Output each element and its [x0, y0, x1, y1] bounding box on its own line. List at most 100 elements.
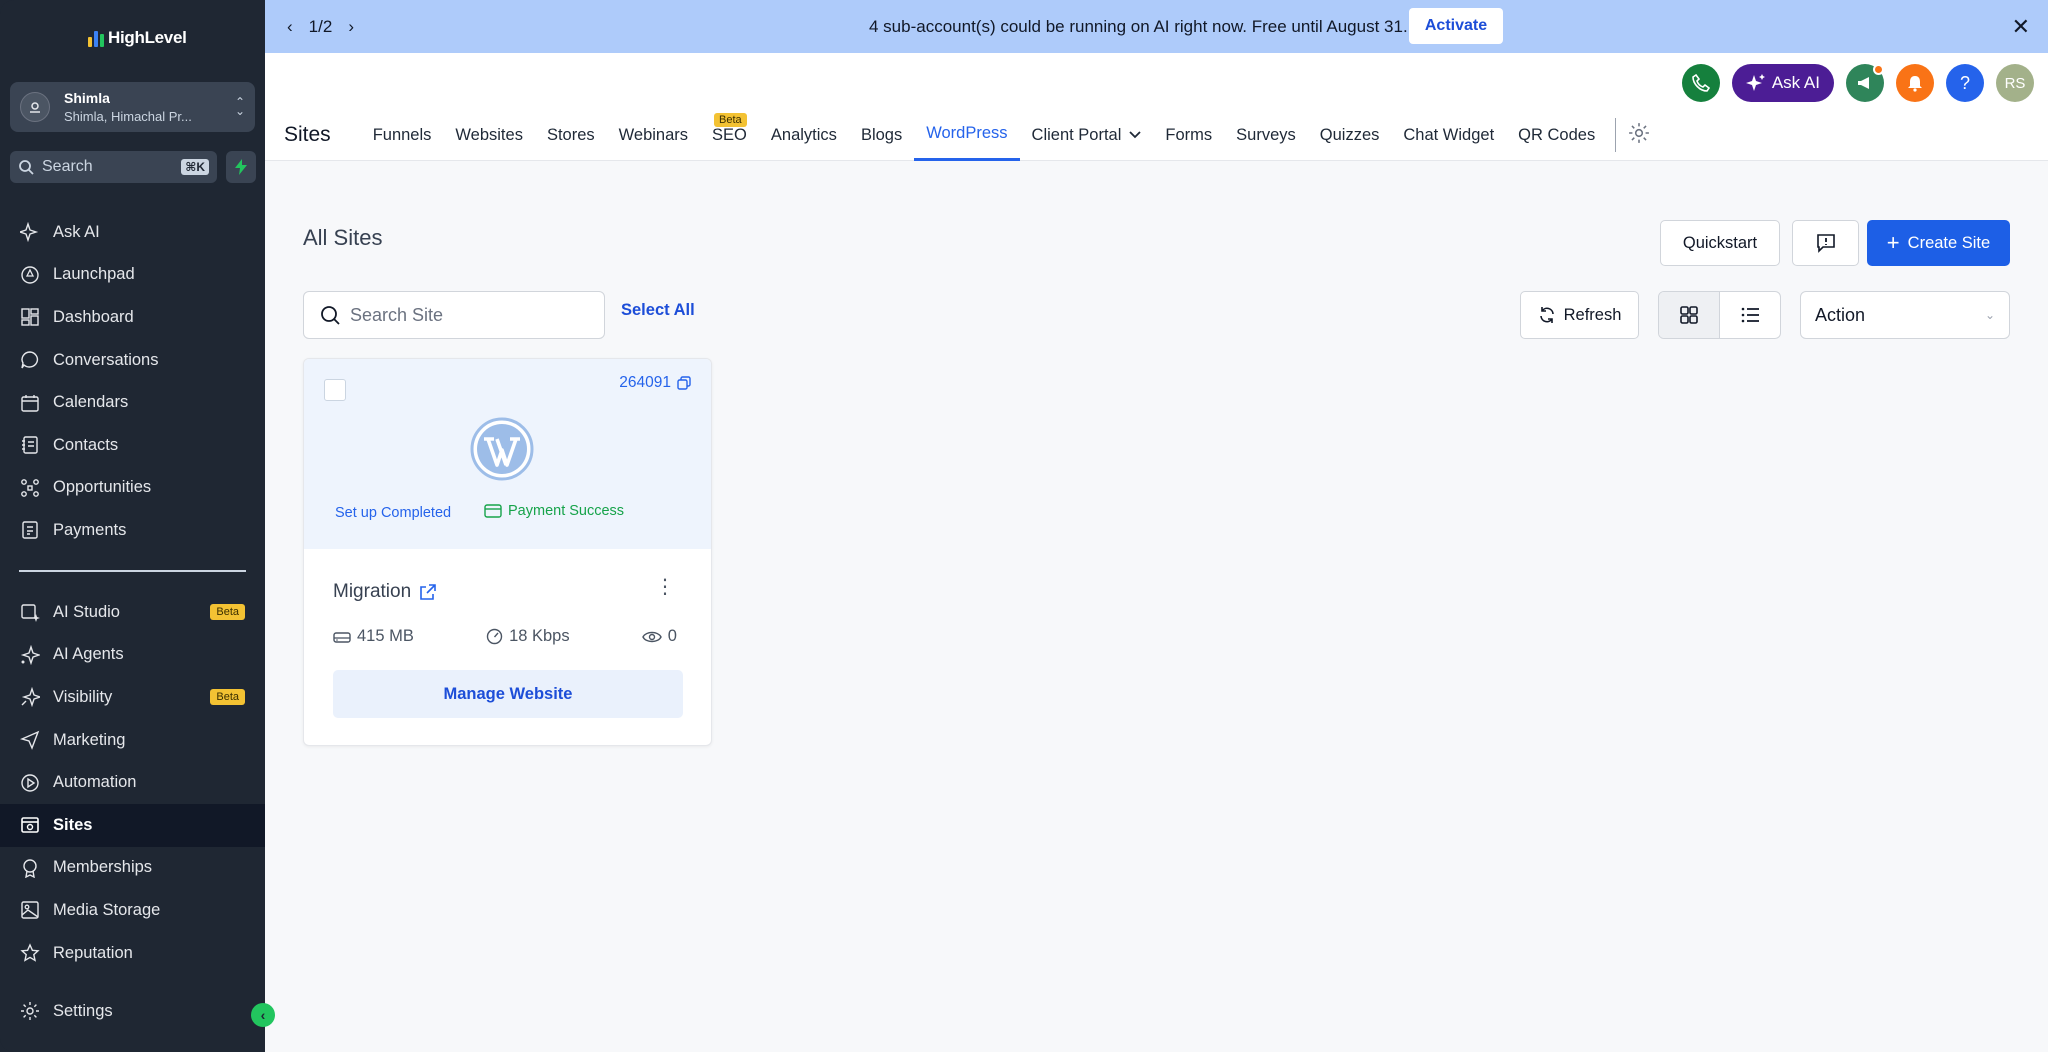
- bell-icon[interactable]: [1896, 64, 1934, 102]
- sidebar-item-sites[interactable]: Sites: [0, 803, 265, 847]
- megaphone-icon[interactable]: [1846, 64, 1884, 102]
- tab-chat-widget[interactable]: Chat Widget: [1391, 109, 1506, 161]
- sidebar-item-visibility[interactable]: Visibility Beta: [0, 676, 265, 719]
- site-card: 264091 Set up Completed Payment Success …: [303, 358, 712, 746]
- site-stats: 415 MB 18 Kbps 0: [333, 627, 677, 646]
- sparkle-icon: [19, 221, 41, 243]
- tab-qr-codes[interactable]: QR Codes: [1506, 109, 1607, 161]
- create-site-button[interactable]: + Create Site: [1867, 220, 2010, 266]
- setup-status: Set up Completed: [335, 505, 452, 521]
- tab-surveys[interactable]: Surveys: [1224, 109, 1308, 161]
- tab-seo[interactable]: Beta SEO: [700, 109, 759, 161]
- external-link-icon[interactable]: [419, 583, 436, 601]
- sidebar-collapse-button[interactable]: ‹: [251, 1003, 275, 1027]
- opportunities-icon: [19, 477, 41, 499]
- sidebar-search[interactable]: Search ⌘K: [10, 151, 217, 183]
- tab-client-portal[interactable]: Client Portal: [1020, 109, 1154, 161]
- sidebar-item-ask-ai[interactable]: Ask AI: [0, 211, 265, 254]
- banner-page-count: 1/2: [308, 16, 333, 36]
- views-value: 0: [667, 627, 677, 645]
- automation-icon: [19, 772, 41, 794]
- tab-quizzes[interactable]: Quizzes: [1308, 109, 1392, 161]
- beta-badge: Beta: [210, 604, 245, 621]
- tab-stores[interactable]: Stores: [535, 109, 607, 161]
- chevron-right-icon[interactable]: ›: [348, 17, 354, 37]
- ask-ai-button[interactable]: Ask AI: [1731, 64, 1834, 102]
- gear-icon[interactable]: [1628, 122, 1650, 149]
- sidebar-item-ai-agents[interactable]: AI Agents: [0, 634, 265, 677]
- account-switcher[interactable]: Shimla Shimla, Himachal Pr... ⌃ ⌄: [10, 82, 255, 132]
- quickstart-button[interactable]: Quickstart: [1660, 220, 1780, 266]
- select-all-link[interactable]: Select All: [621, 301, 695, 320]
- more-options-icon[interactable]: ⋮: [655, 577, 675, 597]
- location-pin-icon: [20, 92, 50, 122]
- sidebar-item-label: Calendars: [53, 393, 129, 412]
- visibility-icon: [19, 686, 41, 708]
- image-icon: [19, 899, 41, 921]
- payments-icon: [19, 519, 41, 541]
- list-icon: [1741, 307, 1759, 323]
- tab-webinars[interactable]: Webinars: [607, 109, 700, 161]
- sidebar-item-ai-studio[interactable]: AI Studio Beta: [0, 591, 265, 634]
- help-icon[interactable]: ?: [1946, 64, 1984, 102]
- bandwidth-stat: 18 Kbps: [486, 627, 570, 646]
- avatar[interactable]: RS: [1996, 64, 2034, 102]
- activate-button[interactable]: Activate: [1409, 8, 1503, 44]
- sidebar-item-settings[interactable]: Settings: [0, 990, 265, 1033]
- copy-icon: [677, 376, 691, 390]
- tab-wordpress[interactable]: WordPress: [914, 109, 1020, 161]
- wordpress-logo-icon: [470, 417, 534, 486]
- site-name[interactable]: Migration: [333, 581, 436, 603]
- site-id-value: 264091: [619, 374, 671, 391]
- search-icon: [19, 160, 34, 175]
- sidebar-item-reputation[interactable]: Reputation: [0, 932, 265, 975]
- gauge-icon: [486, 628, 503, 645]
- manage-website-button[interactable]: Manage Website: [333, 670, 683, 718]
- chevron-left-icon[interactable]: ‹: [287, 17, 293, 37]
- sidebar-item-launchpad[interactable]: Launchpad: [0, 254, 265, 297]
- main-area: ‹ 1/2 › 4 sub-account(s) could be runnin…: [265, 0, 2048, 1052]
- sidebar-item-memberships[interactable]: Memberships: [0, 847, 265, 890]
- tab-websites[interactable]: Websites: [443, 109, 535, 161]
- sidebar-item-contacts[interactable]: Contacts: [0, 424, 265, 467]
- site-id[interactable]: 264091: [619, 374, 691, 392]
- refresh-button[interactable]: Refresh: [1520, 291, 1639, 339]
- close-icon[interactable]: ✕: [2012, 14, 2030, 40]
- sites-tabs: Sites Funnels Websites Stores Webinars B…: [284, 109, 1650, 161]
- search-icon: [321, 306, 340, 325]
- sidebar-item-label: Marketing: [53, 730, 126, 749]
- quick-action-button[interactable]: [226, 151, 256, 183]
- sidebar-item-payments[interactable]: Payments: [0, 509, 265, 552]
- tab-label: SEO: [712, 125, 747, 144]
- sidebar-item-conversations[interactable]: Conversations: [0, 339, 265, 382]
- highlevel-logo[interactable]: HighLevel: [88, 28, 187, 48]
- avatar-initials: RS: [2004, 74, 2026, 92]
- award-icon: [19, 857, 41, 879]
- sidebar-item-opportunities[interactable]: Opportunities: [0, 467, 265, 510]
- banner-message: 4 sub-account(s) could be running on AI …: [869, 16, 1408, 36]
- sidebar-item-marketing[interactable]: Marketing: [0, 719, 265, 762]
- sidebar-item-calendars[interactable]: Calendars: [0, 381, 265, 424]
- sidebar-item-automation[interactable]: Automation: [0, 761, 265, 804]
- sidebar-item-label: Launchpad: [53, 265, 135, 284]
- sidebar-nav-primary: Ask AI Launchpad Dashboard Conversations…: [0, 211, 265, 552]
- sidebar-item-label: Opportunities: [53, 478, 152, 497]
- search-site-input[interactable]: Search Site: [303, 291, 605, 339]
- sidebar-item-media-storage[interactable]: Media Storage: [0, 889, 265, 932]
- tab-analytics[interactable]: Analytics: [759, 109, 849, 161]
- grid-view-button[interactable]: [1659, 292, 1720, 338]
- tab-forms[interactable]: Forms: [1153, 109, 1224, 161]
- tab-blogs[interactable]: Blogs: [849, 109, 914, 161]
- sidebar-item-dashboard[interactable]: Dashboard: [0, 296, 265, 339]
- action-select[interactable]: Action ⌄: [1800, 291, 2010, 339]
- grid-icon: [1680, 306, 1698, 324]
- ask-ai-label: Ask AI: [1771, 73, 1820, 92]
- site-select-checkbox[interactable]: [324, 379, 346, 401]
- action-select-value: Action: [1815, 304, 1866, 325]
- tab-funnels[interactable]: Funnels: [361, 109, 444, 161]
- sidebar: HighLevel Shimla Shimla, Himachal Pr... …: [0, 0, 265, 1052]
- list-view-button[interactable]: [1720, 292, 1780, 338]
- refresh-label: Refresh: [1563, 305, 1622, 324]
- phone-icon[interactable]: [1681, 64, 1720, 102]
- feedback-button[interactable]: [1792, 220, 1859, 266]
